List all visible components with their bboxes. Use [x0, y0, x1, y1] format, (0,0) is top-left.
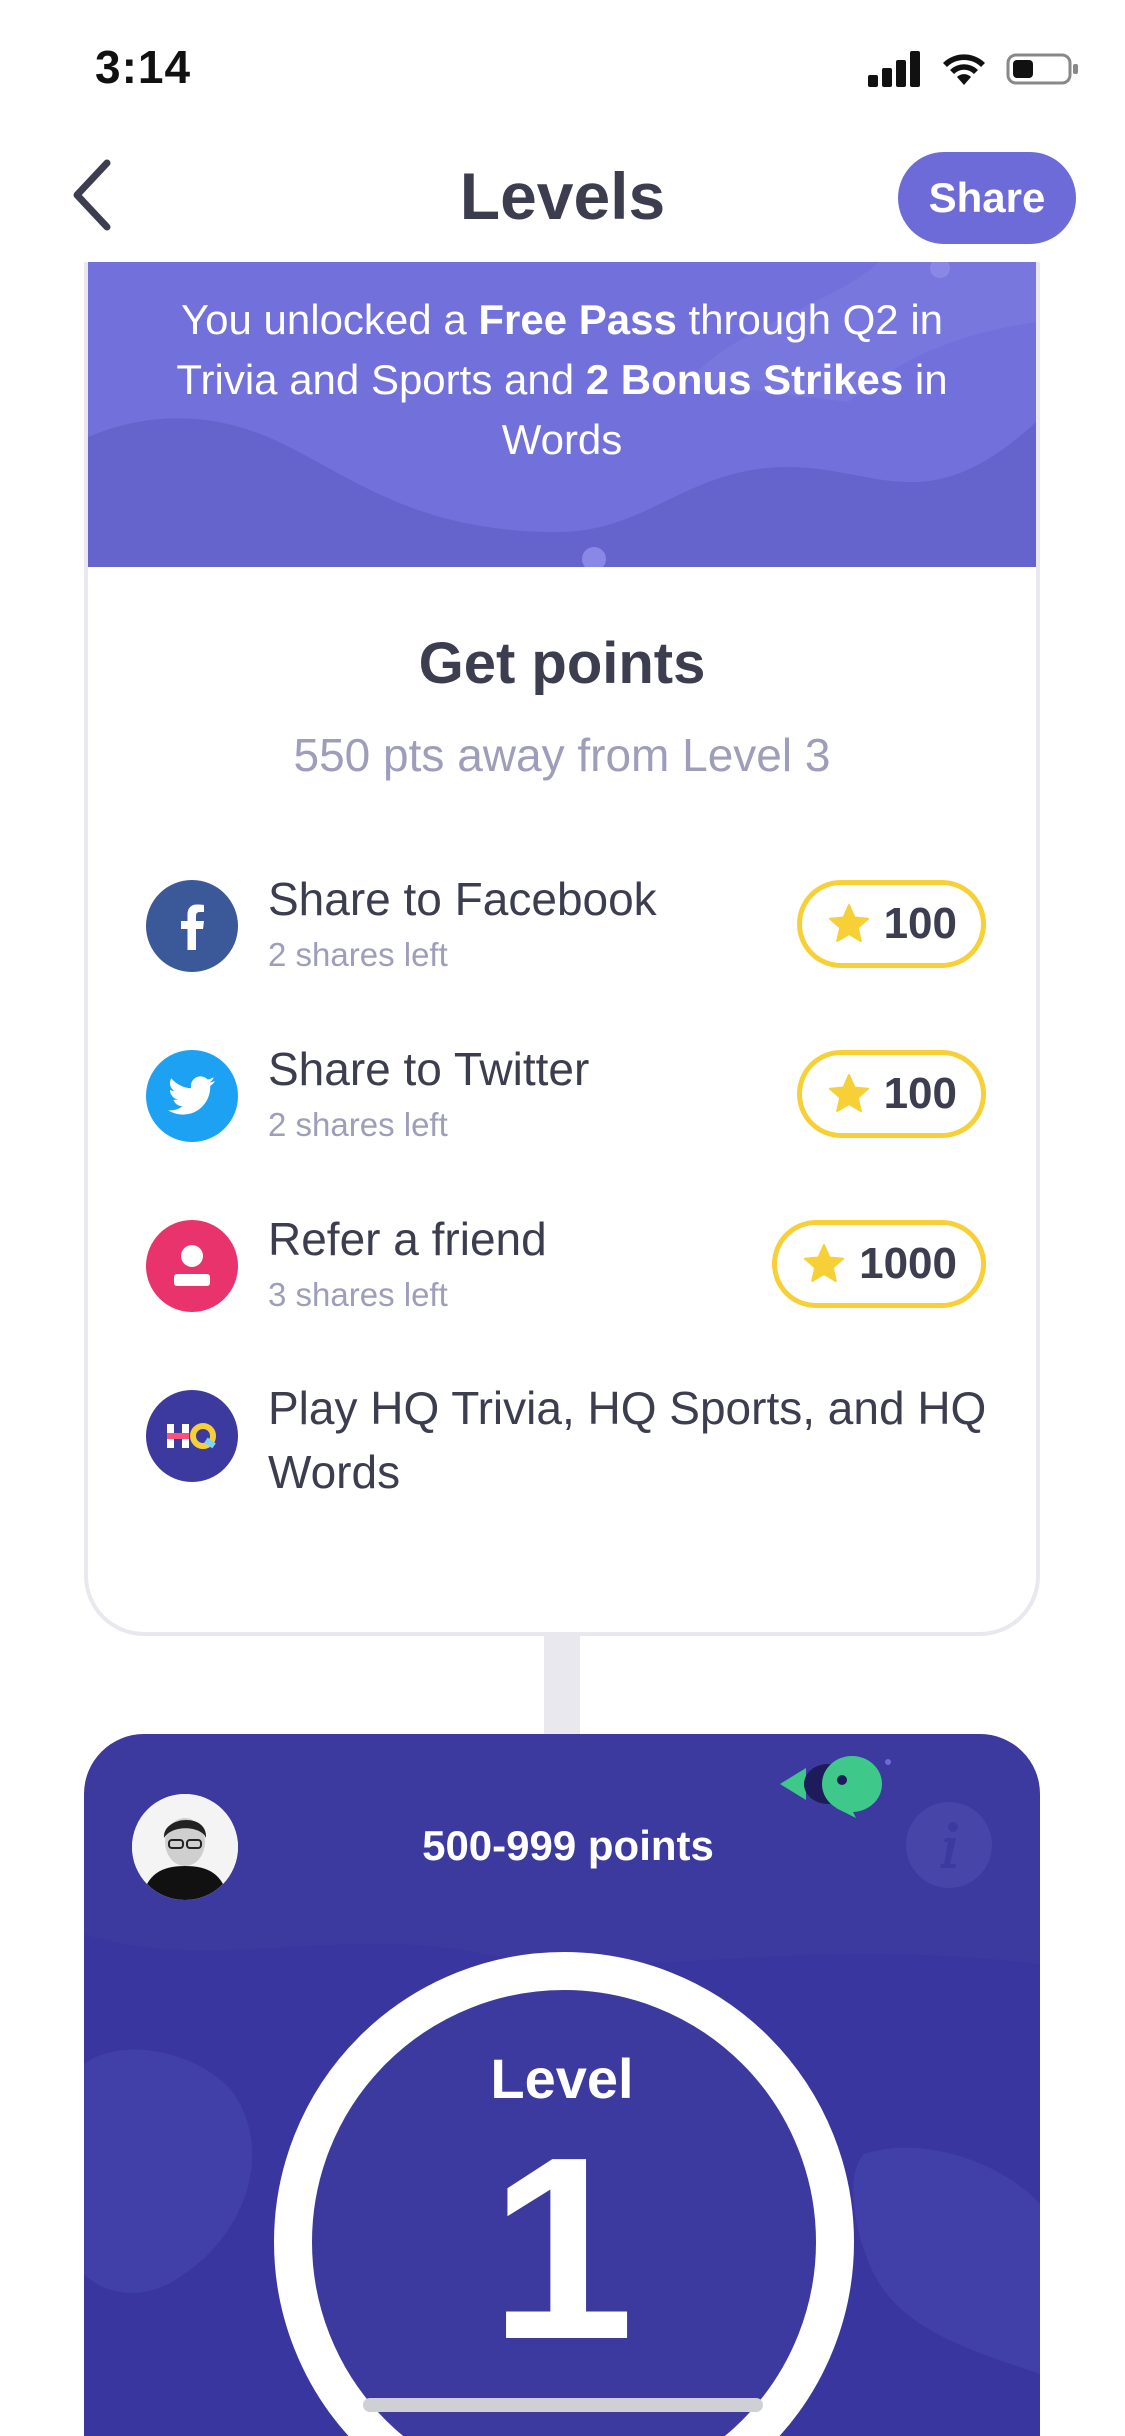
unlock-text-1: You unlocked a: [180, 296, 479, 343]
card-subtitle: 550 pts away from Level 3: [293, 729, 831, 781]
person-icon: [146, 1220, 238, 1312]
levels-screen: 3:14 Levels Share You unlocked a Free Pa…: [0, 0, 1125, 2436]
hq-logo-icon: [146, 1390, 238, 1482]
unlock-message: You unlocked a Free Pass through Q2 in T…: [128, 290, 996, 470]
points-range: 500-999 points: [422, 1822, 714, 1869]
points-value: 100: [883, 899, 957, 948]
star-icon: [828, 1074, 869, 1112]
share-button[interactable]: Share: [898, 152, 1076, 244]
bonus-strikes-text: 2 Bonus Strikes: [585, 356, 904, 403]
status-time: 3:14: [95, 41, 192, 93]
action-title: Play HQ Trivia, HQ Sports, and HQ Words: [268, 1382, 987, 1498]
points-badge[interactable]: 100: [796, 880, 986, 968]
battery-icon: [1006, 53, 1078, 85]
star-icon: [828, 904, 869, 942]
info-icon: [940, 1822, 958, 1868]
action-subtitle: 2 shares left: [268, 936, 448, 973]
star-icon: [804, 1244, 845, 1282]
get-points-card: You unlocked a Free Pass through Q2 in T…: [84, 262, 1040, 1636]
status-icons: [868, 48, 1080, 90]
unlock-banner: You unlocked a Free Pass through Q2 in T…: [88, 262, 1036, 567]
facebook-icon: [146, 880, 238, 972]
level-label: Level: [490, 2047, 634, 2110]
action-title: Share to Facebook: [268, 873, 657, 925]
info-button[interactable]: [906, 1802, 992, 1888]
action-title: Share to Twitter: [268, 1043, 590, 1095]
wifi-icon: [943, 54, 985, 85]
points-value: 1000: [859, 1239, 957, 1288]
free-pass-text: Free Pass: [478, 296, 677, 343]
points-badge[interactable]: 1000: [772, 1220, 986, 1308]
home-indicator[interactable]: [363, 2398, 763, 2412]
points-value: 100: [883, 1069, 957, 1118]
level-connector: [544, 1636, 580, 1736]
action-subtitle: 2 shares left: [268, 1106, 448, 1143]
card-title: Get points: [418, 631, 706, 696]
points-badge[interactable]: 100: [796, 1050, 986, 1138]
action-title: Refer a friend: [268, 1213, 547, 1265]
level-number: 1: [489, 2104, 635, 2394]
level-card: 500-999 points Level 1: [84, 1734, 1040, 2436]
action-subtitle: 3 shares left: [268, 1276, 448, 1313]
cellular-signal-icon: [868, 51, 920, 87]
status-bar: 3:14: [0, 0, 1125, 140]
twitter-icon: [146, 1050, 238, 1142]
fish-mascot-icon: [780, 1756, 891, 1818]
